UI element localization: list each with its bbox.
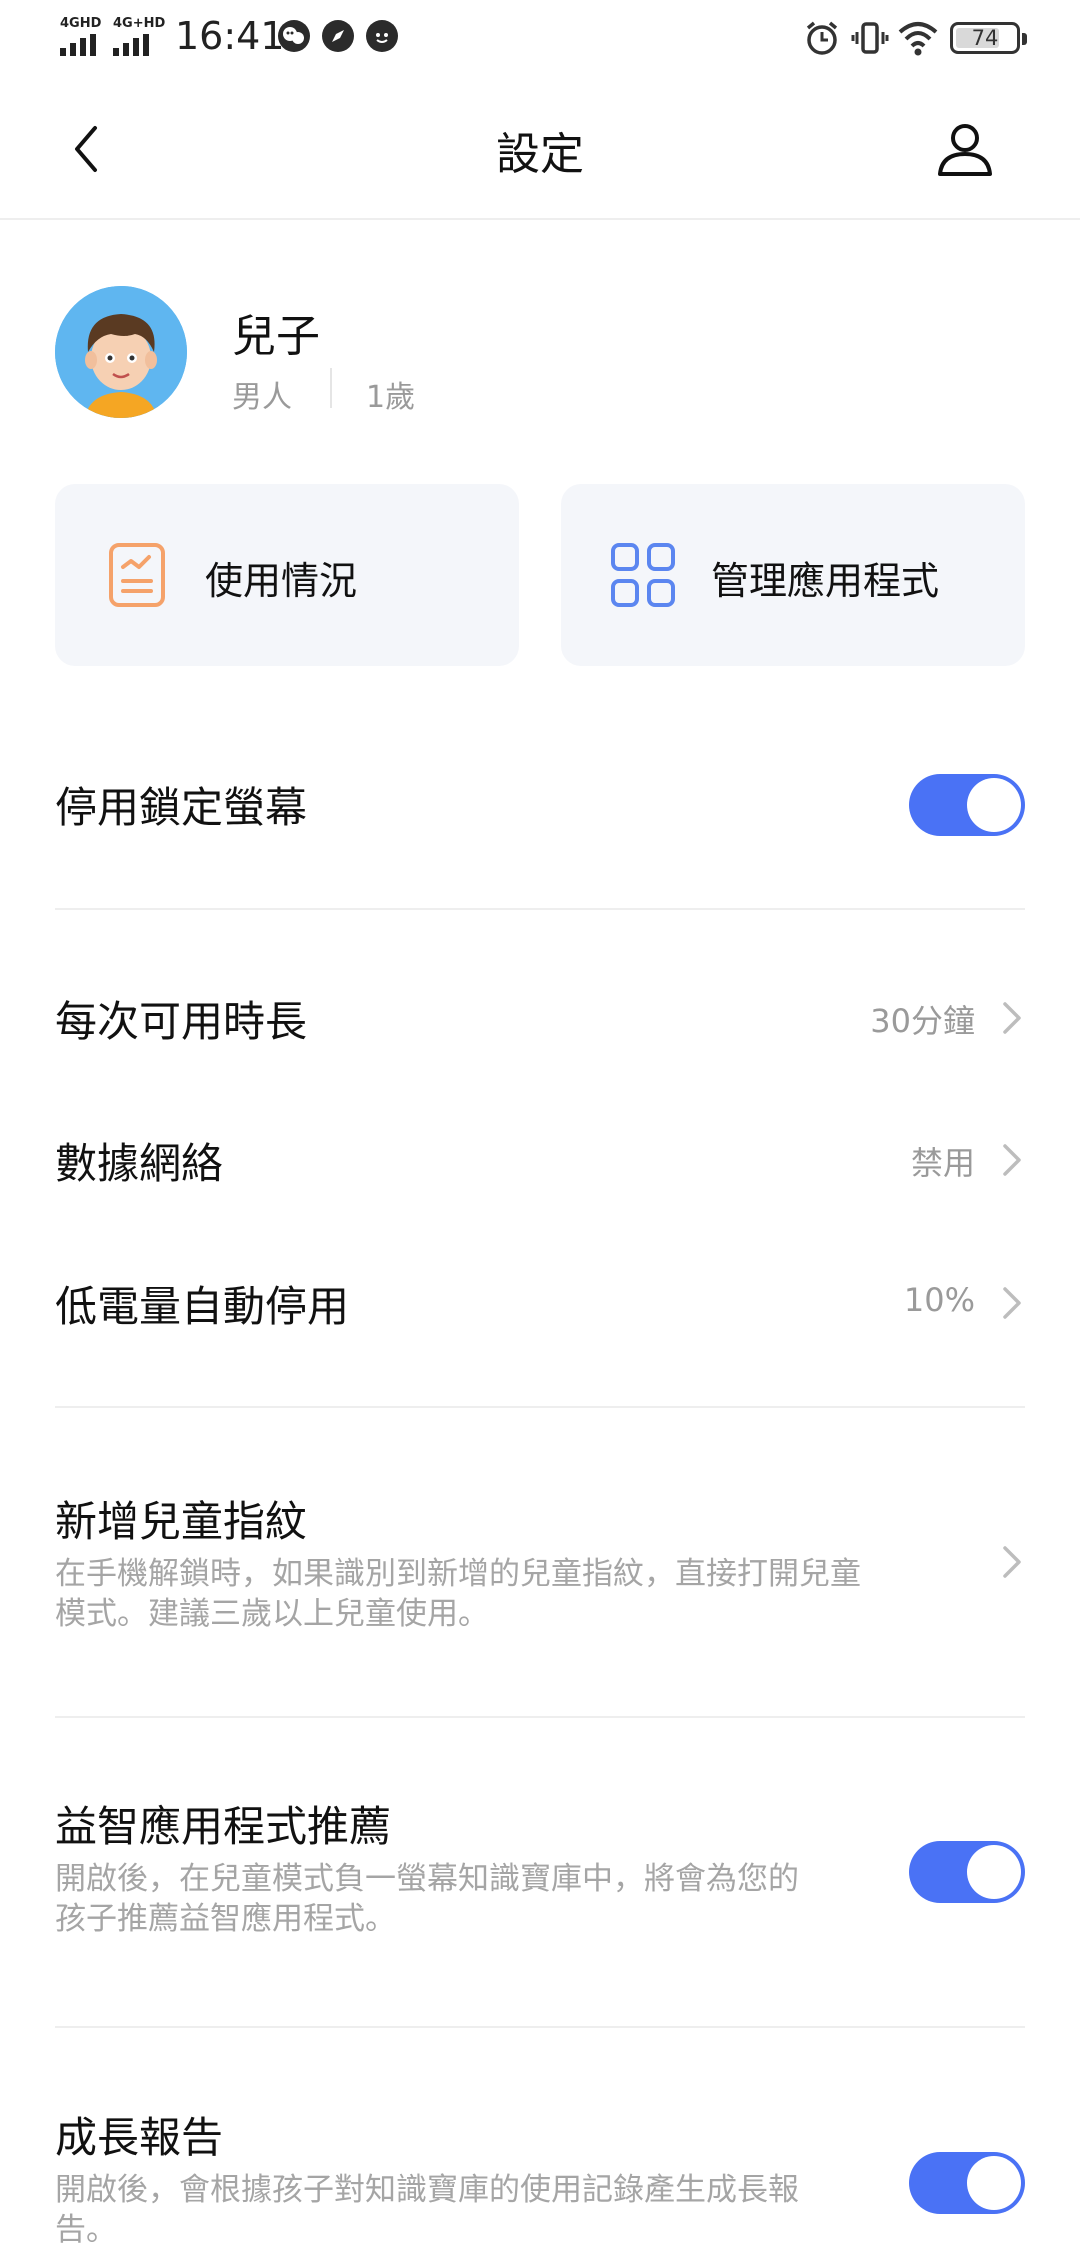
child-name: 兒子 <box>232 311 320 362</box>
usage-card[interactable]: 使用情況 <box>55 484 519 666</box>
app-recommend-toggle[interactable] <box>909 1841 1025 1903</box>
growth-report-desc-line1: 開啟後，會根據孩子對知識寶庫的使用記錄產生成長報 <box>55 2172 799 2208</box>
divider <box>55 908 1025 910</box>
divider <box>55 1406 1025 1408</box>
page-title: 設定 <box>496 129 584 180</box>
child-fingerprint-row[interactable]: 新增兒童指紋 在手機解鎖時，如果識別到新增的兒童指紋，直接打開兒童 模式。建議三… <box>55 1488 1025 1638</box>
chevron-right-icon <box>1003 1546 1021 1578</box>
app-header: 設定 <box>0 76 1080 220</box>
compass-icon <box>322 20 354 52</box>
mobile-data-value: 禁用 <box>910 1144 975 1182</box>
manage-apps-card[interactable]: 管理應用程式 <box>561 484 1025 666</box>
usage-label: 使用情況 <box>205 559 358 603</box>
alarm-icon <box>806 21 838 55</box>
info-divider <box>330 368 332 408</box>
time-per-use-row[interactable]: 每次可用時長 30分鐘 <box>55 980 1025 1060</box>
child-gender: 男人 <box>232 380 292 415</box>
growth-report-label: 成長報告 <box>55 2113 224 2162</box>
wifi-icon <box>898 22 938 56</box>
app-recommend-desc-line2: 孩子推薦益智應用程式。 <box>55 1901 396 1937</box>
chevron-right-icon <box>1003 1002 1021 1034</box>
profile-button[interactable] <box>930 114 1000 184</box>
divider <box>55 1716 1025 1718</box>
app-recommend-desc-line1: 開啟後，在兒童模式負一螢幕知識寶庫中，將會為您的 <box>55 1861 799 1897</box>
time-per-use-value: 30分鐘 <box>870 1002 975 1040</box>
child-fingerprint-desc-line2: 模式。建議三歲以上兒童使用。 <box>55 1596 489 1632</box>
chevron-right-icon <box>1003 1287 1021 1319</box>
user-icon <box>938 124 992 176</box>
child-fingerprint-label: 新增兒童指紋 <box>55 1497 308 1546</box>
battery-level: 74 <box>971 26 999 50</box>
time-per-use-label: 每次可用時長 <box>55 997 308 1046</box>
low-battery-value: 10% <box>903 1281 975 1319</box>
status-bar: 4GHD 4G+HD 16:41 74 <box>0 0 1080 76</box>
app-grid-icon <box>611 543 675 607</box>
app-recommend-label: 益智應用程式推薦 <box>55 1802 392 1851</box>
child-fingerprint-desc-line1: 在手機解鎖時，如果識別到新增的兒童指紋，直接打開兒童 <box>55 1556 861 1592</box>
low-battery-row[interactable]: 低電量自動停用 10% <box>55 1265 1025 1345</box>
battery-icon: 74 <box>950 22 1027 54</box>
chevron-right-icon <box>1003 1144 1021 1176</box>
avatar[interactable] <box>55 286 187 418</box>
boy-avatar-icon <box>55 286 187 418</box>
growth-report-row: 成長報告 開啟後，會根據孩子對知識寶庫的使用記錄產生成長報 告。 <box>55 2104 1025 2254</box>
low-battery-label: 低電量自動停用 <box>55 1282 350 1331</box>
status-time: 16:41 <box>175 14 285 58</box>
manage-apps-label: 管理應用程式 <box>711 559 940 603</box>
network-type-1: 4GHD <box>60 16 102 31</box>
disable-lock-screen-label: 停用鎖定螢幕 <box>55 783 308 832</box>
wechat-icon <box>278 20 310 52</box>
child-age: 1歲 <box>366 380 416 415</box>
kid-face-icon <box>366 20 398 52</box>
mobile-data-label: 數據網絡 <box>55 1139 224 1188</box>
divider <box>55 2026 1025 2028</box>
growth-report-toggle[interactable] <box>909 2152 1025 2214</box>
usage-report-icon <box>109 543 165 607</box>
disable-lock-screen-row: 停用鎖定螢幕 <box>55 760 1025 850</box>
app-recommend-row: 益智應用程式推薦 開啟後，在兒童模式負一螢幕知識寶庫中，將會為您的 孩子推薦益智… <box>55 1793 1025 1943</box>
vibrate-icon <box>851 22 889 54</box>
disable-lock-screen-toggle[interactable] <box>909 774 1025 836</box>
network-type-2: 4G+HD <box>113 16 166 31</box>
growth-report-desc-line2: 告。 <box>55 2212 117 2248</box>
mobile-data-row[interactable]: 數據網絡 禁用 <box>55 1122 1025 1202</box>
